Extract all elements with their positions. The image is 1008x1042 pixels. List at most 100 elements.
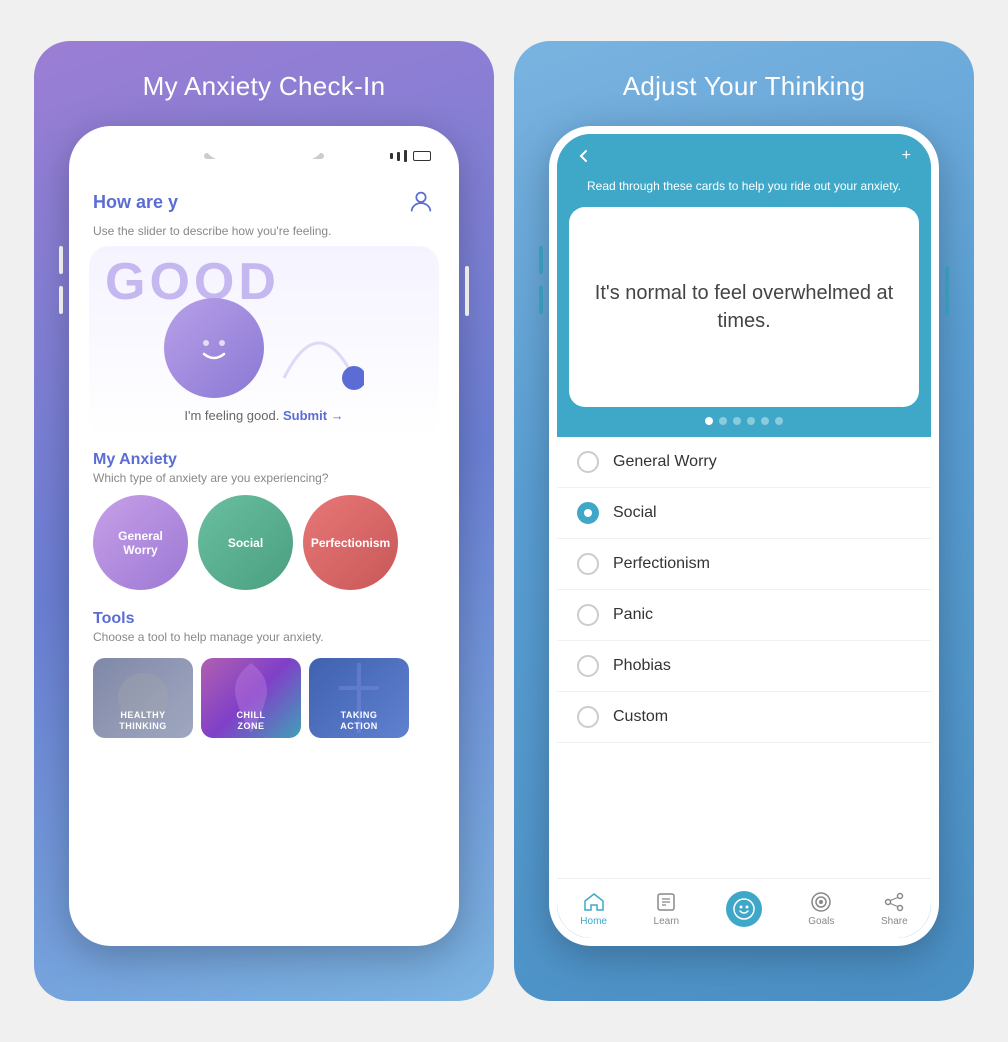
anxiety-subtitle: Which type of anxiety are you experienci… (93, 471, 435, 485)
home-icon-svg (583, 891, 605, 913)
checkin-title: How are y (93, 192, 178, 213)
options-list: General Worry Social Perfectionism (557, 437, 931, 878)
signal-bar-2 (397, 152, 400, 161)
tools-title: Tools (93, 610, 435, 628)
option-phobias[interactable]: Phobias (557, 641, 931, 692)
left-panel-title: My Anxiety Check-In (143, 71, 386, 102)
option-label-social: Social (613, 504, 657, 522)
dots-row (557, 407, 931, 437)
dot-3[interactable] (733, 417, 741, 425)
anxiety-circles: GeneralWorry Social Perfectionism (93, 495, 435, 590)
radio-social[interactable] (577, 502, 599, 524)
tool-label-healthy: HEALTHYTHINKING (115, 710, 171, 738)
nav-home[interactable]: Home (580, 890, 607, 927)
goals-icon-svg (810, 891, 832, 913)
right-subtitle: Read through these cards to help you rid… (557, 178, 931, 207)
option-label-perfectionism: Perfectionism (613, 555, 710, 573)
option-label-phobias: Phobias (613, 657, 671, 675)
power-button (465, 266, 469, 316)
anxiety-circle-general[interactable]: GeneralWorry (93, 495, 188, 590)
tools-cards: HEALTHYTHINKING CHILLZONE (77, 658, 451, 746)
option-label-custom: Custom (613, 708, 668, 726)
tools-subtitle: Choose a tool to help manage your anxiet… (93, 630, 435, 644)
smiley-nav-svg (733, 898, 755, 920)
submit-row: I'm feeling good. Submit → (184, 408, 343, 423)
right-phone-frame: + Read through these cards to help you r… (549, 126, 939, 946)
left-phone-content: How are y Use the slider to describe how… (77, 178, 451, 938)
option-label-panic: Panic (613, 606, 653, 624)
book-icon-svg (655, 891, 677, 913)
right-panel-title: Adjust Your Thinking (623, 71, 866, 102)
radio-perfectionism[interactable] (577, 553, 599, 575)
tools-section: Tools Choose a tool to help manage your … (77, 598, 451, 658)
dot-6[interactable] (775, 417, 783, 425)
main-card-text: It's normal to feel overwhelmed at times… (589, 279, 899, 335)
card-area: It's normal to feel overwhelmed at times… (557, 207, 931, 407)
status-bar-right (390, 150, 431, 162)
smiley-face-svg (184, 318, 244, 378)
dot-5[interactable] (761, 417, 769, 425)
share-icon (882, 890, 906, 914)
dot-4[interactable] (747, 417, 755, 425)
notch (204, 134, 324, 160)
goals-icon (809, 890, 833, 914)
option-perfectionism[interactable]: Perfectionism (557, 539, 931, 590)
radio-general-worry[interactable] (577, 451, 599, 473)
radio-inner-social (584, 509, 592, 517)
radio-phobias[interactable] (577, 655, 599, 677)
back-arrow[interactable] (577, 150, 597, 162)
nav-home-label: Home (580, 916, 607, 927)
nav-smiley[interactable] (726, 891, 762, 927)
emoji-slider-row (105, 298, 423, 398)
nav-learn[interactable]: Learn (654, 890, 680, 927)
option-panic[interactable]: Panic (557, 590, 931, 641)
main-card[interactable]: It's normal to feel overwhelmed at times… (569, 207, 919, 407)
option-custom[interactable]: Custom (557, 692, 931, 743)
anxiety-label-social: Social (228, 536, 263, 550)
anxiety-title: My Anxiety (93, 451, 435, 469)
anxiety-circle-social[interactable]: Social (198, 495, 293, 590)
submit-text: I'm feeling good. (184, 408, 279, 423)
radio-custom[interactable] (577, 706, 599, 728)
profile-icon[interactable] (407, 188, 435, 216)
tool-card-chill[interactable]: CHILLZONE (201, 658, 301, 738)
signal-bar-3 (404, 150, 407, 162)
nav-share[interactable]: Share (881, 890, 908, 927)
right-notch (684, 134, 804, 160)
tool-card-healthy[interactable]: HEALTHYTHINKING (93, 658, 193, 738)
mood-area: GOOD (89, 246, 439, 439)
nav-goals[interactable]: Goals (808, 890, 834, 927)
vol-down-button (59, 286, 63, 314)
right-vol-down (539, 286, 543, 314)
option-general-worry[interactable]: General Worry (557, 437, 931, 488)
radio-panic[interactable] (577, 604, 599, 626)
anxiety-label-general: GeneralWorry (118, 529, 163, 557)
anxiety-section: My Anxiety Which type of anxiety are you… (77, 439, 451, 598)
tool-card-action[interactable]: TAKINGACTION (309, 658, 409, 738)
tool-label-chill: CHILLZONE (233, 710, 270, 738)
vol-up-button (59, 246, 63, 274)
plus-icon[interactable]: + (902, 147, 911, 165)
slider-arc[interactable] (274, 298, 364, 398)
bottom-nav: Home Learn (557, 878, 931, 938)
left-phone-frame: How are y Use the slider to describe how… (69, 126, 459, 946)
left-panel: My Anxiety Check-In How are y (34, 41, 494, 1001)
dot-2[interactable] (719, 417, 727, 425)
option-social[interactable]: Social (557, 488, 931, 539)
nav-share-label: Share (881, 916, 908, 927)
back-arrow-icon (577, 149, 591, 163)
dot-1[interactable] (705, 417, 713, 425)
option-label-general-worry: General Worry (613, 453, 717, 471)
submit-link[interactable]: Submit → (283, 408, 344, 423)
anxiety-circle-perfectionism[interactable]: Perfectionism (303, 495, 398, 590)
left-phone-wrapper: How are y Use the slider to describe how… (69, 126, 459, 946)
right-phone-wrapper: + Read through these cards to help you r… (549, 126, 939, 946)
battery-icon (413, 151, 431, 161)
book-icon (654, 890, 678, 914)
signal-bar-1 (390, 153, 393, 159)
tool-label-action: TAKINGACTION (336, 710, 382, 738)
nav-goals-label: Goals (808, 916, 834, 927)
right-power-btn (945, 266, 949, 316)
slider-arc-svg (274, 298, 364, 398)
home-icon (582, 890, 606, 914)
